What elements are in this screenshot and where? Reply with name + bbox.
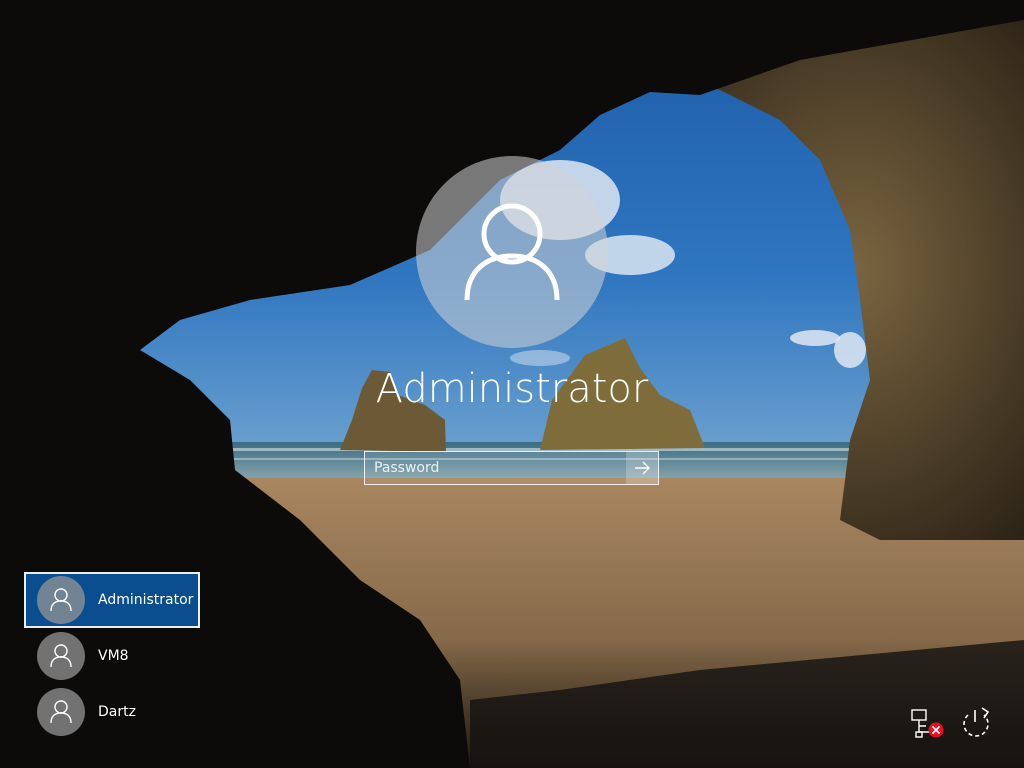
user-item-label: VM8 — [98, 648, 129, 664]
arrow-right-icon — [635, 461, 650, 475]
password-input[interactable] — [365, 452, 626, 484]
user-avatar-small — [37, 632, 85, 680]
user-item-dartz[interactable]: Dartz — [24, 684, 200, 740]
user-item-label: Administrator — [98, 592, 194, 608]
submit-button[interactable] — [626, 452, 658, 484]
user-avatar-large — [416, 156, 608, 348]
power-icon — [963, 707, 990, 737]
user-avatar-small — [37, 688, 85, 736]
user-item-label: Dartz — [98, 704, 136, 720]
user-switcher-list: Administrator VM8 Dartz — [24, 572, 200, 740]
user-item-vm8[interactable]: VM8 — [24, 628, 200, 684]
network-disconnected-icon — [911, 709, 944, 738]
user-icon — [50, 700, 72, 724]
user-icon — [50, 644, 72, 668]
user-item-administrator[interactable]: Administrator — [24, 572, 200, 628]
power-button[interactable] — [958, 706, 994, 742]
password-field — [364, 451, 659, 485]
username-heading: Administrator — [375, 366, 649, 412]
user-icon — [50, 588, 72, 612]
user-icon — [464, 203, 560, 301]
user-avatar-small — [37, 576, 85, 624]
network-status-button[interactable] — [910, 708, 946, 744]
